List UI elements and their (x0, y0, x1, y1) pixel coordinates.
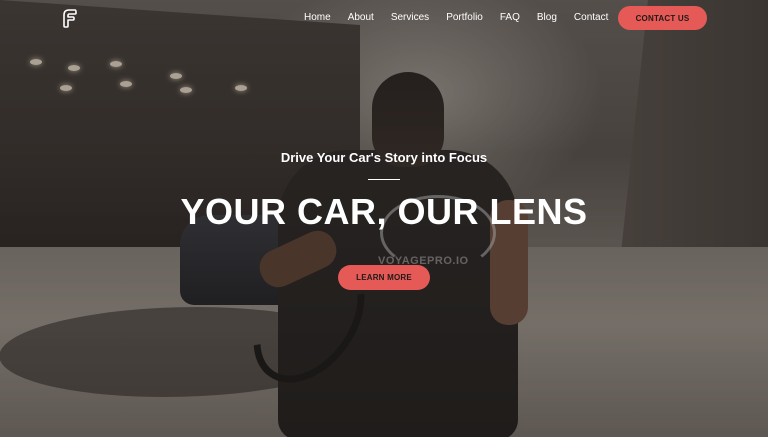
hero-divider (368, 179, 400, 180)
hero-subtitle: Drive Your Car's Story into Focus (280, 150, 488, 165)
hero-section: Drive Your Car's Story into Focus YOUR C… (0, 0, 768, 437)
hero-title: YOUR CAR, OUR LENS (180, 191, 588, 232)
learn-more-button[interactable]: LEARN MORE (338, 265, 430, 290)
